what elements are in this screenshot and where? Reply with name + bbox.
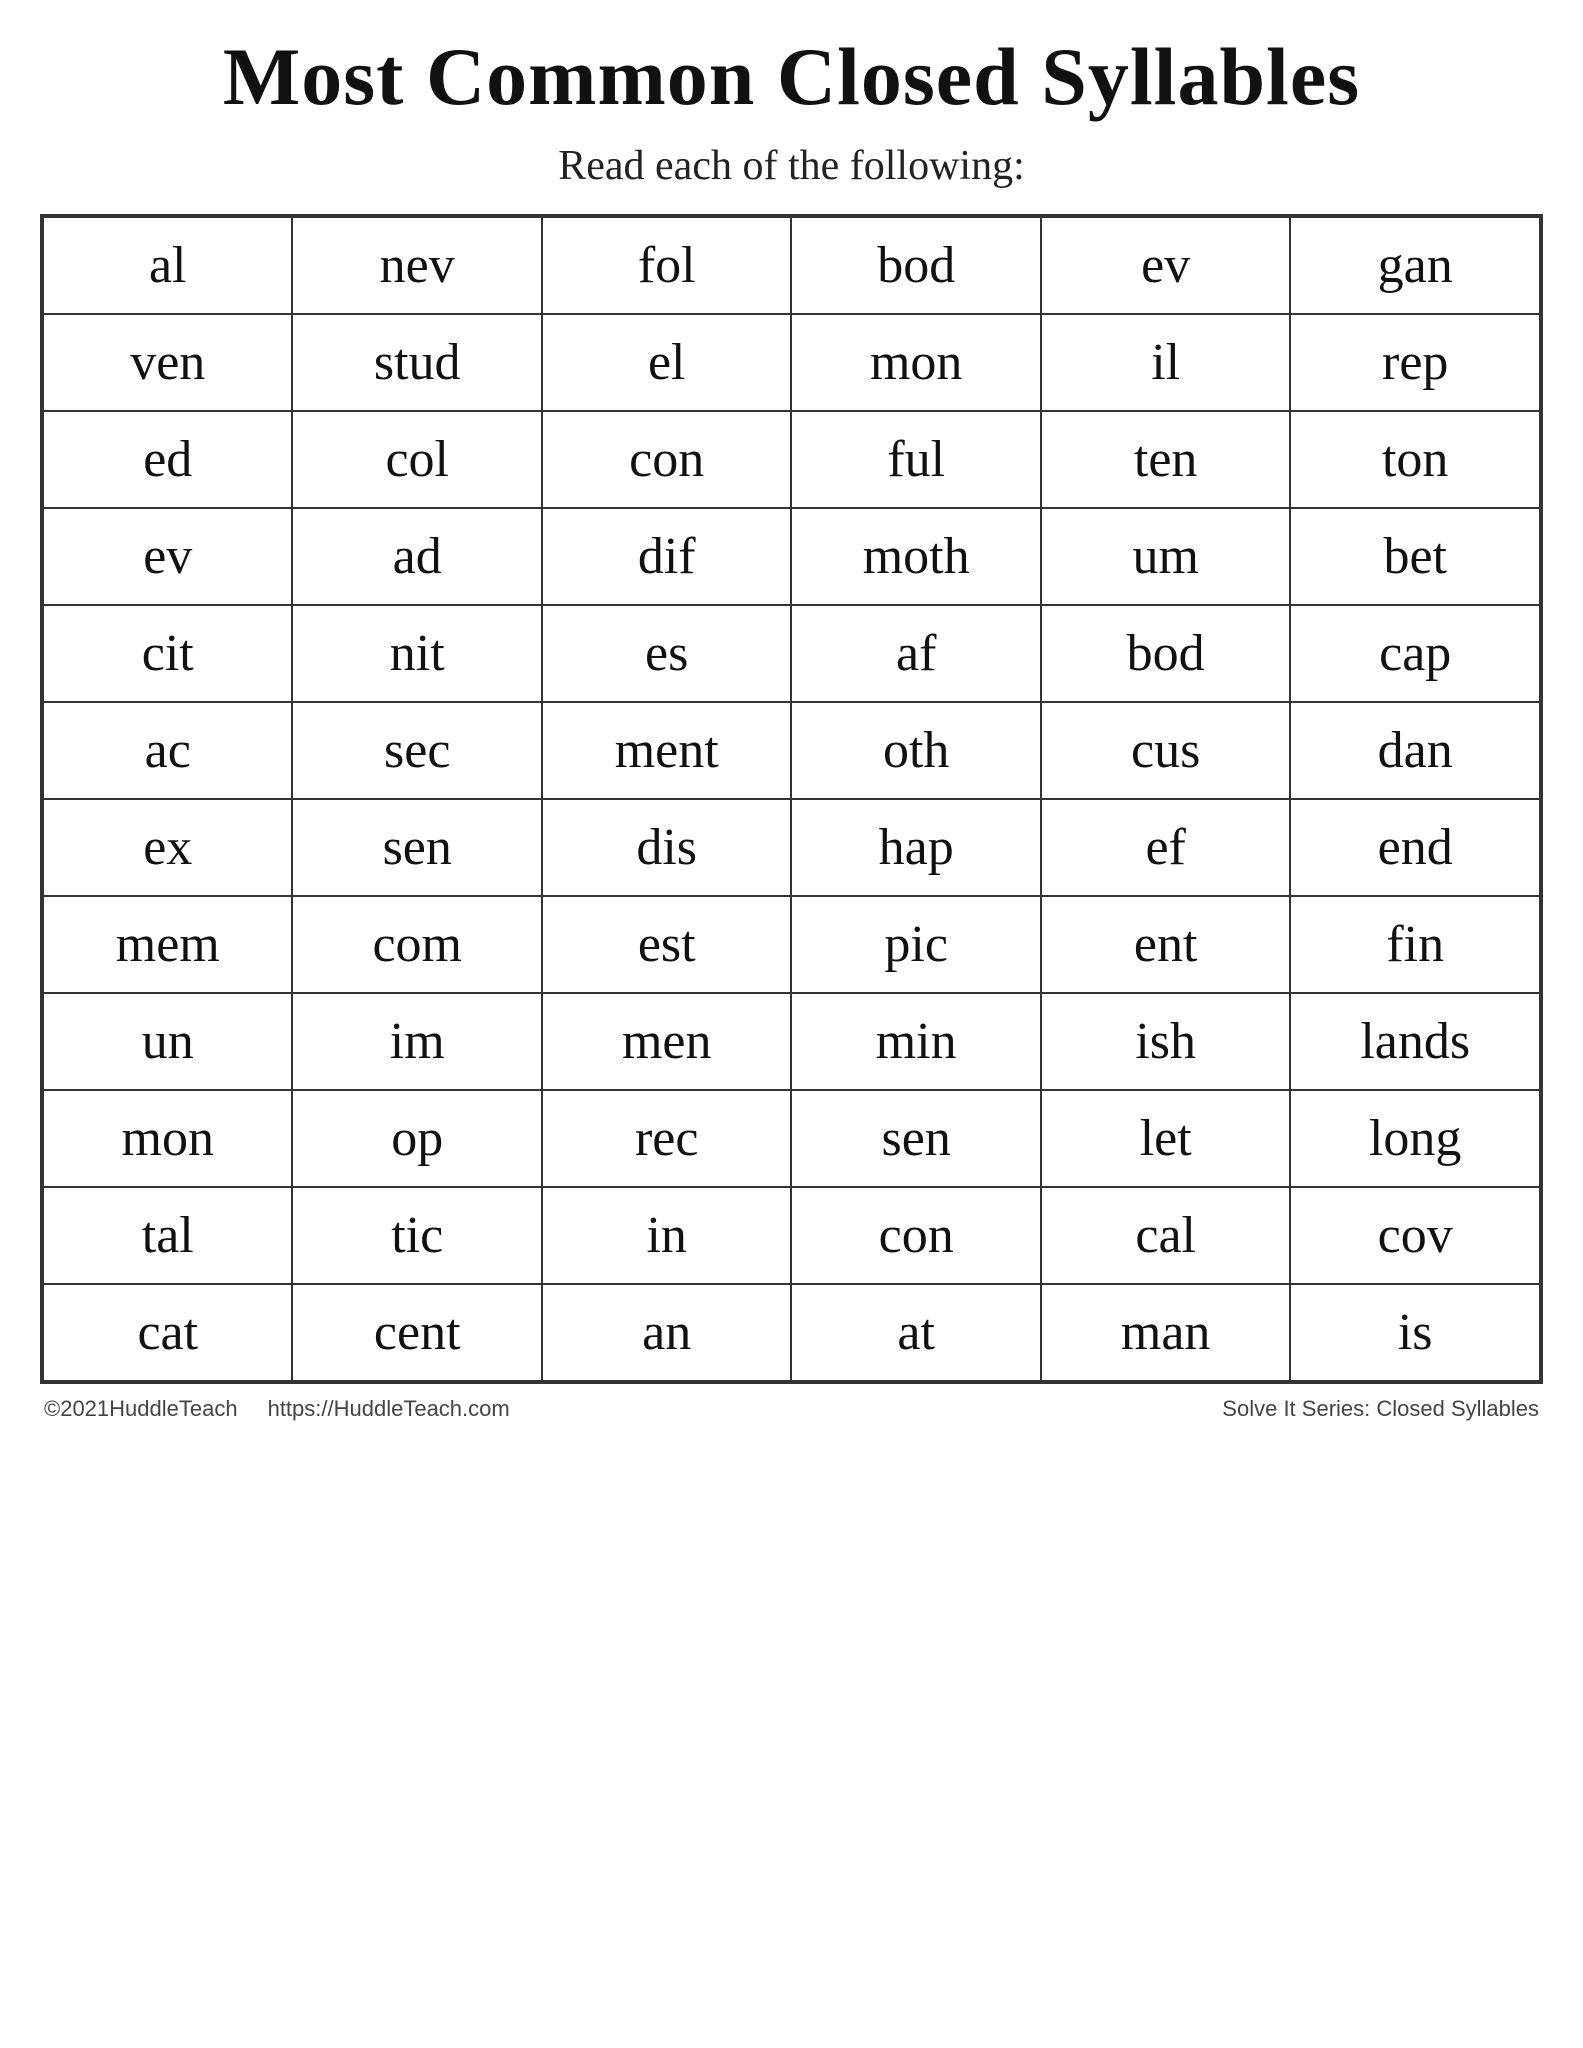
footer-series: Solve It Series: Closed Syllables <box>1222 1396 1539 1422</box>
table-cell: man <box>1041 1284 1290 1381</box>
table-cell: mon <box>43 1090 292 1187</box>
table-cell: ven <box>43 314 292 411</box>
table-cell: ten <box>1041 411 1290 508</box>
table-cell: stud <box>292 314 541 411</box>
table-cell: es <box>542 605 791 702</box>
table-cell: ful <box>791 411 1040 508</box>
table-cell: an <box>542 1284 791 1381</box>
table-cell: at <box>791 1284 1040 1381</box>
table-cell: ev <box>43 508 292 605</box>
table-cell: um <box>1041 508 1290 605</box>
table-cell: com <box>292 896 541 993</box>
table-cell: ent <box>1041 896 1290 993</box>
table-cell: let <box>1041 1090 1290 1187</box>
table-cell: col <box>292 411 541 508</box>
table-cell: ish <box>1041 993 1290 1090</box>
table-cell: cat <box>43 1284 292 1381</box>
table-cell: pic <box>791 896 1040 993</box>
table-cell: lands <box>1290 993 1540 1090</box>
table-cell: dis <box>542 799 791 896</box>
table-cell: il <box>1041 314 1290 411</box>
table-cell: sec <box>292 702 541 799</box>
table-cell: nev <box>292 217 541 314</box>
table-cell: dan <box>1290 702 1540 799</box>
table-cell: hap <box>791 799 1040 896</box>
table-cell: af <box>791 605 1040 702</box>
table-cell: moth <box>791 508 1040 605</box>
table-cell: cit <box>43 605 292 702</box>
table-cell: con <box>542 411 791 508</box>
table-cell: mon <box>791 314 1040 411</box>
syllable-table: alnevfolbodevganvenstudelmonilrepedcolco… <box>40 214 1543 1384</box>
table-cell: nit <box>292 605 541 702</box>
table-cell: con <box>791 1187 1040 1284</box>
table-cell: tic <box>292 1187 541 1284</box>
table-cell: cent <box>292 1284 541 1381</box>
table-cell: ment <box>542 702 791 799</box>
table-cell: mem <box>43 896 292 993</box>
table-cell: el <box>542 314 791 411</box>
table-cell: dif <box>542 508 791 605</box>
table-cell: bet <box>1290 508 1540 605</box>
table-cell: sen <box>292 799 541 896</box>
page-title: Most Common Closed Syllables <box>223 30 1360 124</box>
table-cell: ev <box>1041 217 1290 314</box>
table-cell: oth <box>791 702 1040 799</box>
table-cell: ed <box>43 411 292 508</box>
table-cell: is <box>1290 1284 1540 1381</box>
table-cell: rep <box>1290 314 1540 411</box>
table-cell: ton <box>1290 411 1540 508</box>
footer: ©2021HuddleTeach https://HuddleTeach.com… <box>40 1396 1543 1422</box>
table-cell: in <box>542 1187 791 1284</box>
table-cell: al <box>43 217 292 314</box>
table-cell: long <box>1290 1090 1540 1187</box>
footer-website: https://HuddleTeach.com <box>268 1396 510 1422</box>
table-cell: cus <box>1041 702 1290 799</box>
table-cell: ac <box>43 702 292 799</box>
table-cell: rec <box>542 1090 791 1187</box>
table-cell: est <box>542 896 791 993</box>
table-cell: min <box>791 993 1040 1090</box>
table-cell: ex <box>43 799 292 896</box>
table-cell: sen <box>791 1090 1040 1187</box>
table-cell: tal <box>43 1187 292 1284</box>
table-cell: end <box>1290 799 1540 896</box>
table-cell: op <box>292 1090 541 1187</box>
table-cell: ad <box>292 508 541 605</box>
table-cell: fin <box>1290 896 1540 993</box>
table-cell: fol <box>542 217 791 314</box>
subtitle: Read each of the following: <box>558 142 1025 190</box>
table-cell: ef <box>1041 799 1290 896</box>
table-cell: bod <box>1041 605 1290 702</box>
table-cell: cov <box>1290 1187 1540 1284</box>
table-cell: cal <box>1041 1187 1290 1284</box>
table-cell: un <box>43 993 292 1090</box>
table-cell: gan <box>1290 217 1540 314</box>
table-cell: men <box>542 993 791 1090</box>
footer-copyright: ©2021HuddleTeach <box>44 1396 238 1422</box>
table-cell: cap <box>1290 605 1540 702</box>
table-cell: bod <box>791 217 1040 314</box>
table-cell: im <box>292 993 541 1090</box>
